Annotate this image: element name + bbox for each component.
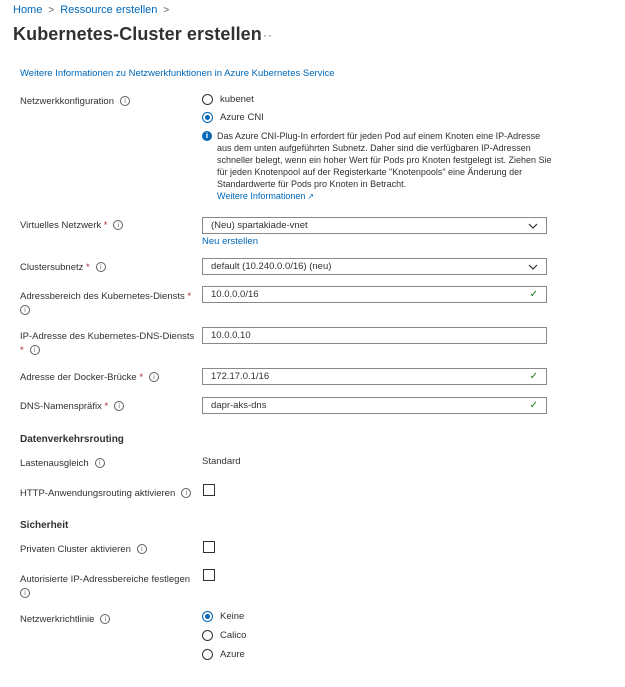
subnet-label-text: Clustersubnetz <box>20 262 84 273</box>
radio-label-azure: Azure <box>220 649 245 660</box>
azure-cni-learn-more-link[interactable]: Weitere Informationen ↗ <box>217 191 314 201</box>
info-icon[interactable]: i <box>149 372 160 383</box>
docker-bridge-value: 172.17.0.1/16 <box>211 371 270 382</box>
vnet-label: Virtuelles Netzwerk * i <box>20 219 124 233</box>
checkmark-icon: ✓ <box>529 289 538 300</box>
network-config-label-text: Netzwerkkonfiguration <box>20 96 114 107</box>
dns-prefix-label: DNS-Namenspräfix * i <box>20 400 125 414</box>
azure-cni-info-text-block: Das Azure CNI-Plug-In erfordert für jede… <box>217 130 557 203</box>
required-asterisk: * <box>139 372 144 383</box>
breadcrumb-separator: > <box>163 4 170 16</box>
required-asterisk: * <box>20 345 24 356</box>
docker-bridge-input[interactable]: 172.17.0.1/16 ✓ <box>202 368 547 385</box>
radio-label-none: Keine <box>220 611 245 622</box>
vnet-label-text: Virtuelles Netzwerk <box>20 220 102 231</box>
info-icon[interactable]: i <box>100 614 111 625</box>
security-heading: Sicherheit <box>20 520 69 531</box>
private-cluster-checkbox[interactable] <box>203 541 215 553</box>
radio-kubenet[interactable]: kubenet <box>202 94 254 105</box>
azure-cni-info-text: Das Azure CNI-Plug-In erfordert für jede… <box>217 131 552 189</box>
checkmark-icon: ✓ <box>529 371 538 382</box>
radio-button-calico[interactable] <box>202 630 213 641</box>
radio-label-kubenet: kubenet <box>220 94 254 105</box>
radio-button-none[interactable] <box>202 611 213 622</box>
azure-cni-info-box: i Das Azure CNI-Plug-In erfordert für je… <box>202 130 557 203</box>
load-balancer-label-text: Lastenausgleich <box>20 458 89 469</box>
info-icon[interactable]: i <box>120 96 130 107</box>
service-cidr-input[interactable]: 10.0.0.0/16 ✓ <box>202 286 547 303</box>
required-asterisk: * <box>103 220 108 231</box>
dns-ip-label-text: IP-Adresse des Kubernetes-DNS-Diensts <box>20 331 195 342</box>
private-cluster-label: Privaten Cluster aktivieren i <box>20 543 147 557</box>
http-routing-label: HTTP-Anwendungsrouting aktivieren i <box>20 487 192 501</box>
http-routing-checkbox[interactable] <box>203 484 215 496</box>
required-asterisk: * <box>86 262 90 273</box>
dns-prefix-label-text: DNS-Namenspräfix <box>20 401 102 412</box>
info-icon[interactable]: i <box>113 220 124 231</box>
info-icon[interactable]: i <box>20 305 30 316</box>
azure-cni-learn-more-label: Weitere Informationen <box>217 191 306 201</box>
info-icon[interactable]: i <box>95 262 106 273</box>
breadcrumb-home-link[interactable]: Home <box>13 4 42 16</box>
info-icon[interactable]: i <box>136 544 147 555</box>
external-link-icon: ↗ <box>307 192 315 201</box>
subnet-label: Clustersubnetz * i <box>20 261 106 275</box>
radio-button-kubenet[interactable] <box>202 94 213 105</box>
breadcrumb: Home > Ressource erstellen > <box>13 4 175 16</box>
load-balancer-label: Lastenausgleich i <box>20 457 105 471</box>
radio-label-azure-cni: Azure CNI <box>220 112 264 123</box>
required-asterisk: * <box>187 291 192 302</box>
breadcrumb-create-resource-link[interactable]: Ressource erstellen <box>60 4 157 16</box>
required-asterisk: * <box>104 401 109 412</box>
dns-ip-input[interactable]: 10.0.0.10 <box>202 327 547 344</box>
chevron-down-icon <box>528 264 538 270</box>
vnet-dropdown-value: (Neu) spartakiade-vnet <box>211 220 308 231</box>
service-cidr-label-text: Adressbereich des Kubernetes-Diensts <box>20 291 185 302</box>
authorized-ip-label-text: Autorisierte IP-Adressbereiche festlegen <box>20 574 191 585</box>
authorized-ip-label: Autorisierte IP-Adressbereiche festlegen… <box>20 573 200 601</box>
info-filled-icon: i <box>202 131 212 141</box>
radio-button-azure-cni[interactable] <box>202 112 213 123</box>
subnet-dropdown-value: default (10.240.0.0/16) (neu) <box>211 261 332 272</box>
radio-policy-calico[interactable]: Calico <box>202 630 246 641</box>
chevron-down-icon <box>528 223 538 229</box>
networking-learn-more-link[interactable]: Weitere Informationen zu Netzwerkfunktio… <box>20 68 335 79</box>
info-icon[interactable]: i <box>94 458 105 469</box>
load-balancer-value: Standard <box>202 456 241 467</box>
private-cluster-label-text: Privaten Cluster aktivieren <box>20 544 131 555</box>
info-icon[interactable]: i <box>181 488 192 499</box>
radio-label-calico: Calico <box>220 630 247 641</box>
radio-azure-cni[interactable]: Azure CNI <box>202 112 264 123</box>
authorized-ip-checkbox[interactable] <box>203 569 215 581</box>
network-policy-label-text: Netzwerkrichtlinie <box>20 614 95 625</box>
network-policy-label: Netzwerkrichtlinie i <box>20 613 111 627</box>
subnet-dropdown[interactable]: default (10.240.0.0/16) (neu) <box>202 258 547 275</box>
radio-policy-azure[interactable]: Azure <box>202 649 245 660</box>
info-icon[interactable]: i <box>29 345 40 356</box>
dns-ip-label: IP-Adresse des Kubernetes-DNS-Diensts * i <box>20 330 200 358</box>
docker-bridge-label: Adresse der Docker-Brücke * i <box>20 371 160 385</box>
service-cidr-value: 10.0.0.0/16 <box>211 289 259 300</box>
dns-prefix-value: dapr-aks-dns <box>211 400 267 411</box>
http-routing-label-text: HTTP-Anwendungsrouting aktivieren <box>20 488 176 499</box>
docker-bridge-label-text: Adresse der Docker-Brücke <box>20 372 137 383</box>
radio-button-azure[interactable] <box>202 649 213 660</box>
create-new-vnet-link[interactable]: Neu erstellen <box>202 236 258 247</box>
service-cidr-label: Adressbereich des Kubernetes-Diensts * i <box>20 290 195 318</box>
vnet-dropdown[interactable]: (Neu) spartakiade-vnet <box>202 217 547 234</box>
page-title: Kubernetes-Cluster erstellen <box>13 24 262 44</box>
checkmark-icon: ✓ <box>529 400 538 411</box>
info-icon[interactable]: i <box>114 401 125 412</box>
radio-policy-none[interactable]: Keine <box>202 611 244 622</box>
dns-ip-value: 10.0.0.10 <box>211 330 251 341</box>
traffic-routing-heading: Datenverkehrsrouting <box>20 434 124 445</box>
more-options-button[interactable]: ··· <box>258 28 273 42</box>
info-icon[interactable]: i <box>20 588 30 599</box>
dns-prefix-input[interactable]: dapr-aks-dns ✓ <box>202 397 547 414</box>
network-config-label: Netzwerkkonfiguration i <box>20 95 130 109</box>
breadcrumb-separator: > <box>48 4 55 16</box>
